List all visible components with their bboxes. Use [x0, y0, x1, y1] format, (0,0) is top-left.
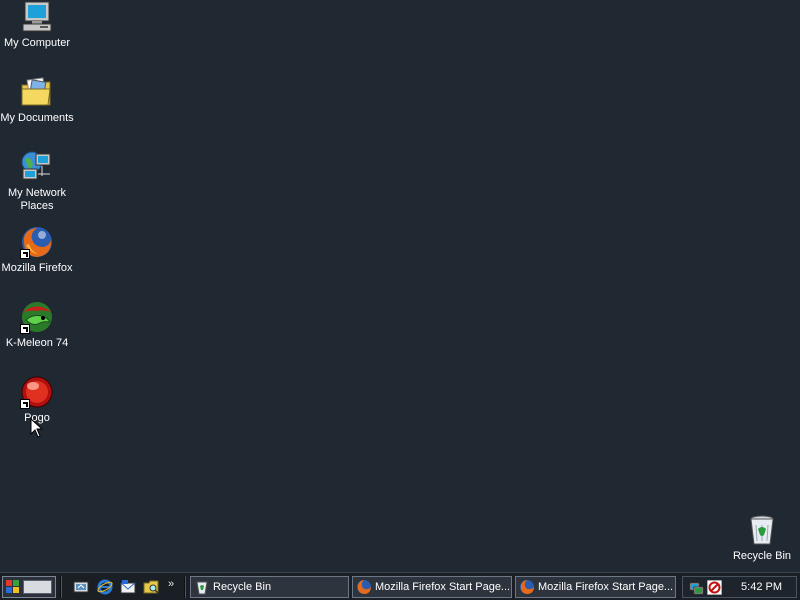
- task-label: Mozilla Firefox Start Page...: [375, 581, 511, 593]
- desktop-icon-k-meleon[interactable]: K-Meleon 74: [0, 300, 74, 350]
- taskbar: » Recycle Bin Mozilla Firefox Start Page…: [0, 572, 800, 600]
- desktop-icon-my-computer[interactable]: My Computer: [0, 0, 74, 50]
- internet-explorer-icon[interactable]: [97, 579, 113, 595]
- windows-explorer-icon[interactable]: [143, 579, 159, 595]
- shortcut-arrow-icon: [20, 249, 30, 259]
- task-label: Mozilla Firefox Start Page...: [538, 581, 674, 593]
- network-tray-icon[interactable]: [689, 580, 704, 595]
- my-computer-icon: [20, 0, 54, 34]
- taskbar-task-firefox-2[interactable]: Mozilla Firefox Start Page...: [515, 576, 676, 598]
- shortcut-arrow-icon: [20, 324, 30, 334]
- network-places-icon: [20, 150, 54, 184]
- system-tray: 5:42 PM: [682, 576, 797, 598]
- desktop-icon-label: My Computer: [3, 37, 71, 49]
- start-button[interactable]: [2, 576, 56, 598]
- quick-launch-more-button[interactable]: »: [168, 578, 174, 590]
- firefox-icon: [357, 580, 371, 594]
- desktop-icon-mozilla-firefox[interactable]: Mozilla Firefox: [0, 225, 74, 275]
- taskbar-task-firefox-1[interactable]: Mozilla Firefox Start Page...: [352, 576, 512, 598]
- desktop-icon-label: My Network Places: [7, 187, 67, 212]
- windows-flag-icon: [6, 580, 19, 593]
- outlook-express-icon[interactable]: [120, 579, 136, 595]
- pogo-icon: [20, 375, 54, 409]
- taskbar-clock[interactable]: 5:42 PM: [741, 581, 782, 593]
- show-desktop-icon[interactable]: [73, 579, 89, 595]
- desktop-icon-my-network-places[interactable]: My Network Places: [0, 150, 74, 213]
- desktop-icon-recycle-bin[interactable]: Recycle Bin: [725, 513, 799, 563]
- mouse-cursor-icon: [30, 418, 42, 438]
- start-button-panel: [23, 580, 52, 594]
- desktop: My Computer My Documents My Network Plac…: [0, 0, 800, 572]
- desktop-icon-label: Mozilla Firefox: [1, 262, 73, 274]
- k-meleon-icon: [20, 300, 54, 334]
- task-label: Recycle Bin: [213, 581, 272, 593]
- folder-icon: [20, 75, 54, 109]
- firefox-icon: [20, 225, 54, 259]
- recycle-bin-icon: [745, 513, 779, 547]
- recycle-bin-icon: [196, 581, 208, 595]
- desktop-icon-my-documents[interactable]: My Documents: [0, 75, 74, 125]
- taskbar-task-recycle-bin[interactable]: Recycle Bin: [190, 576, 349, 598]
- desktop-icon-label: My Documents: [0, 112, 74, 124]
- taskbar-separator: [184, 576, 186, 598]
- antivirus-tray-icon[interactable]: [707, 580, 722, 595]
- shortcut-arrow-icon: [20, 399, 30, 409]
- taskbar-separator: [60, 576, 62, 598]
- firefox-icon: [520, 580, 534, 594]
- desktop-icon-label: Recycle Bin: [732, 550, 792, 562]
- desktop-icon-label: K-Meleon 74: [5, 337, 69, 349]
